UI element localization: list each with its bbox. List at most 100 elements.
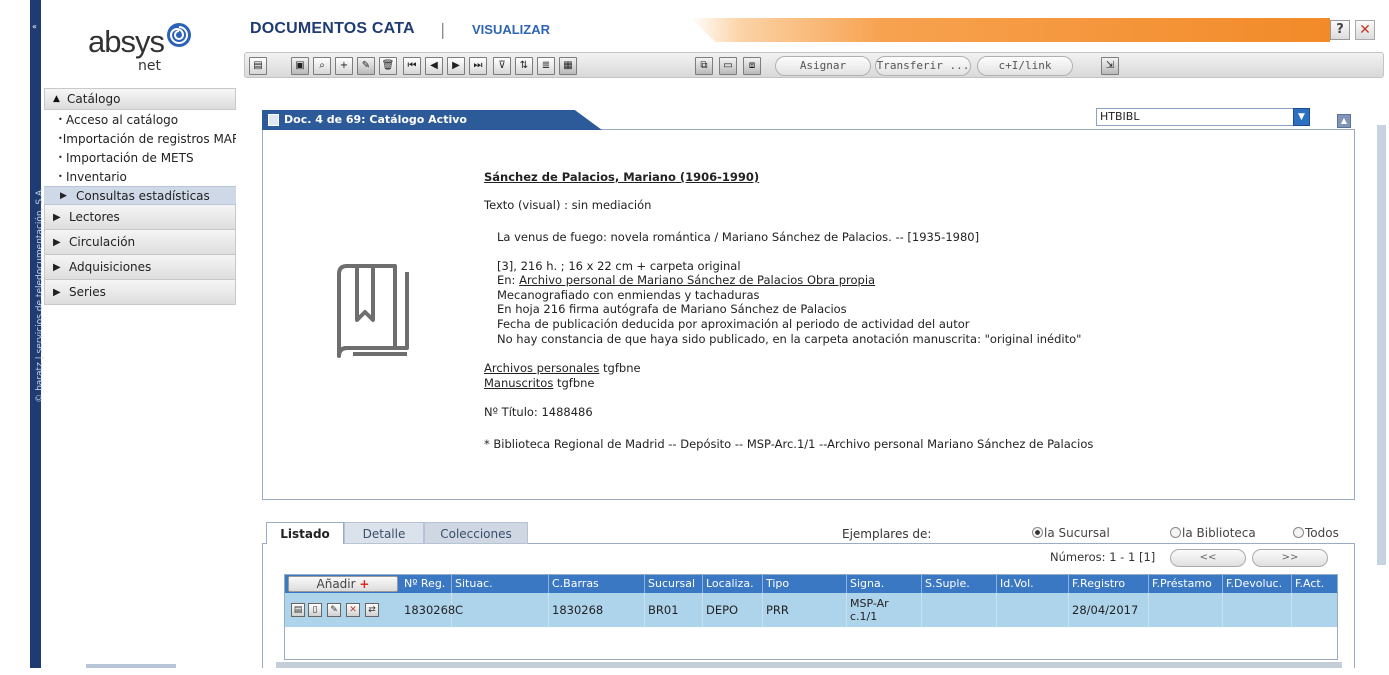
column-header[interactable]: F.Registro (1069, 575, 1149, 593)
radio-selected-icon (1032, 527, 1043, 538)
vertical-scrollbar[interactable] (1377, 125, 1386, 565)
collapse-icon[interactable]: « (32, 22, 37, 31)
sidebar-group-adquisiciones[interactable]: ▶ Adquisiciones (44, 255, 236, 280)
radio-label: la Sucursal (1044, 526, 1110, 540)
sidebar-scrollbar[interactable] (86, 664, 176, 668)
close-button[interactable]: ✕ (1355, 20, 1375, 40)
record-subject: Archivos personales tgfbne (484, 361, 641, 375)
sidebar-catalog-header[interactable]: ▲ Catálogo (44, 88, 236, 110)
triangle-right-icon: ▶ (53, 211, 61, 223)
format-select[interactable]: HTBIBL (1096, 108, 1310, 126)
pagination-info: Números: 1 - 1 [1] (1050, 550, 1156, 564)
edit-icon[interactable]: ✎ (357, 57, 375, 75)
document-icon[interactable]: ▯ (308, 603, 322, 617)
sidebar-group-series[interactable]: ▶ Series (44, 280, 236, 305)
column-header[interactable]: S.Suple. (922, 575, 997, 593)
record-note: No hay constancia de que haya sido publi… (497, 332, 1082, 346)
radio-sucursal[interactable]: la Sucursal (1032, 526, 1110, 540)
delete-icon[interactable]: ✕ (346, 603, 360, 617)
column-header[interactable]: Signa. (847, 575, 922, 593)
column-header[interactable]: Localiza. (703, 575, 763, 593)
sidebar-item-importacion-mets[interactable]: • Importación de METS (44, 148, 236, 167)
list-icon[interactable]: ≣ (537, 57, 555, 75)
radio-todos[interactable]: Todos (1293, 526, 1339, 540)
cell-localiza: DEPO (703, 593, 763, 627)
add-icon[interactable]: + (335, 57, 353, 75)
signa-line: MSP-Ar (850, 597, 889, 610)
column-header[interactable]: Tipo (763, 575, 847, 593)
triangle-up-icon: ▲ (53, 94, 60, 104)
search-icon[interactable]: ⌕ (313, 57, 331, 75)
maximize-icon[interactable]: ▲ (1337, 114, 1351, 128)
help-button[interactable]: ? (1330, 20, 1350, 40)
last-icon[interactable]: ⏭ (469, 57, 487, 75)
column-header[interactable]: Situac. (452, 575, 549, 593)
cell-barras: 1830268 (549, 593, 645, 627)
paste-icon[interactable]: ▭ (719, 57, 737, 75)
cell-f-registro: 28/04/2017 (1069, 593, 1149, 627)
tab-detalle[interactable]: Detalle (344, 522, 424, 544)
export-icon[interactable]: ⇲ (1101, 57, 1119, 75)
copy-icon[interactable]: ⧉ (695, 57, 713, 75)
title-separator: | (440, 20, 446, 39)
subject-link[interactable]: Manuscritos (484, 376, 553, 390)
radio-empty-icon (1293, 527, 1304, 538)
transferir-button[interactable]: Transferir ... (875, 56, 971, 76)
sidebar-group-circulacion[interactable]: ▶ Circulación (44, 230, 236, 255)
subject-link[interactable]: Archivos personales (484, 361, 599, 375)
next-icon[interactable]: ▶ (447, 57, 465, 75)
add-copy-button[interactable]: Añadir + (288, 576, 398, 592)
sidebar-item-acceso[interactable]: • Acceso al catálogo (44, 110, 236, 129)
sidebar-item-consultas[interactable]: ▶ Consultas estadísticas (44, 186, 236, 205)
archive-link[interactable]: Archivo personal de Mariano Sánchez de P… (519, 273, 875, 287)
column-header[interactable]: Id.Vol. (997, 575, 1069, 593)
column-header[interactable]: F.Act. (1292, 575, 1337, 593)
first-icon[interactable]: ⏮ (403, 57, 421, 75)
sidebar-group-lectores[interactable]: ▶ Lectores (44, 205, 236, 230)
delete-icon[interactable]: 🗑 (379, 57, 397, 75)
screen-icon[interactable]: ▣ (291, 57, 309, 75)
filter-icon[interactable]: ⊽ (493, 57, 511, 75)
bullet-icon: • (58, 153, 63, 162)
print-icon[interactable]: ▤ (291, 603, 305, 617)
sidebar-item-importacion-registros[interactable]: • Importación de registros MARC (44, 129, 236, 148)
tab-colecciones[interactable]: Colecciones (424, 522, 528, 544)
column-header[interactable]: C.Barras (549, 575, 645, 593)
link-button[interactable]: c+I/link (977, 56, 1073, 76)
column-header[interactable]: Sucursal (645, 575, 703, 593)
next-page-button[interactable]: >> (1252, 549, 1328, 567)
sidebar-item-label: Importación de METS (66, 150, 194, 165)
sort-icon[interactable]: ⇅ (515, 57, 533, 75)
document-tab[interactable]: Doc. 4 de 69: Catálogo Activo (262, 110, 602, 130)
chevron-down-icon[interactable]: ▼ (1293, 108, 1310, 126)
radio-biblioteca[interactable]: la Biblioteca (1170, 526, 1256, 540)
column-header[interactable]: F.Devoluc. (1223, 575, 1292, 593)
bullet-icon: • (58, 115, 63, 124)
sidebar-item-inventario[interactable]: • Inventario (44, 167, 236, 186)
sidebar-group-label: Circulación (69, 235, 136, 249)
record-author-link[interactable]: Sánchez de Palacios, Mariano (1906-1990) (484, 170, 759, 184)
tab-listado[interactable]: Listado (266, 522, 344, 544)
column-header[interactable]: F.Préstamo (1149, 575, 1223, 593)
cell-f-act (1292, 593, 1337, 627)
sidebar-group-label: Adquisiciones (69, 260, 152, 274)
prev-icon[interactable]: ◀ (425, 57, 443, 75)
app-window: « © baratz | servicios de teledocumentac… (0, 0, 1389, 675)
document-icon[interactable]: ▦ (559, 57, 577, 75)
sidebar-item-label: Acceso al catálogo (66, 112, 179, 127)
page-icon (268, 114, 279, 126)
edit-icon[interactable]: ✎ (327, 603, 341, 617)
duplicate-icon[interactable]: ⧈ (743, 57, 761, 75)
cell-situac: C (452, 593, 549, 627)
record-content-type: Texto (visual) : sin mediación (484, 198, 652, 212)
en-prefix: En: (497, 273, 520, 287)
prev-page-button[interactable]: << (1170, 549, 1246, 567)
table-row[interactable]: ▤ ▯ ✎ ✕ ⇄ 1830268 C 1830268 BR01 DEPO PR… (285, 593, 1337, 627)
column-header[interactable]: Nº Reg. (401, 575, 452, 593)
triangle-right-icon: ▶ (53, 236, 61, 248)
sidebar-group-label: Lectores (69, 210, 120, 224)
menu-icon[interactable]: ▤ (249, 57, 267, 75)
transfer-icon[interactable]: ⇄ (365, 603, 379, 617)
asignar-button[interactable]: Asignar (775, 56, 871, 76)
horizontal-scrollbar[interactable] (276, 662, 1342, 668)
